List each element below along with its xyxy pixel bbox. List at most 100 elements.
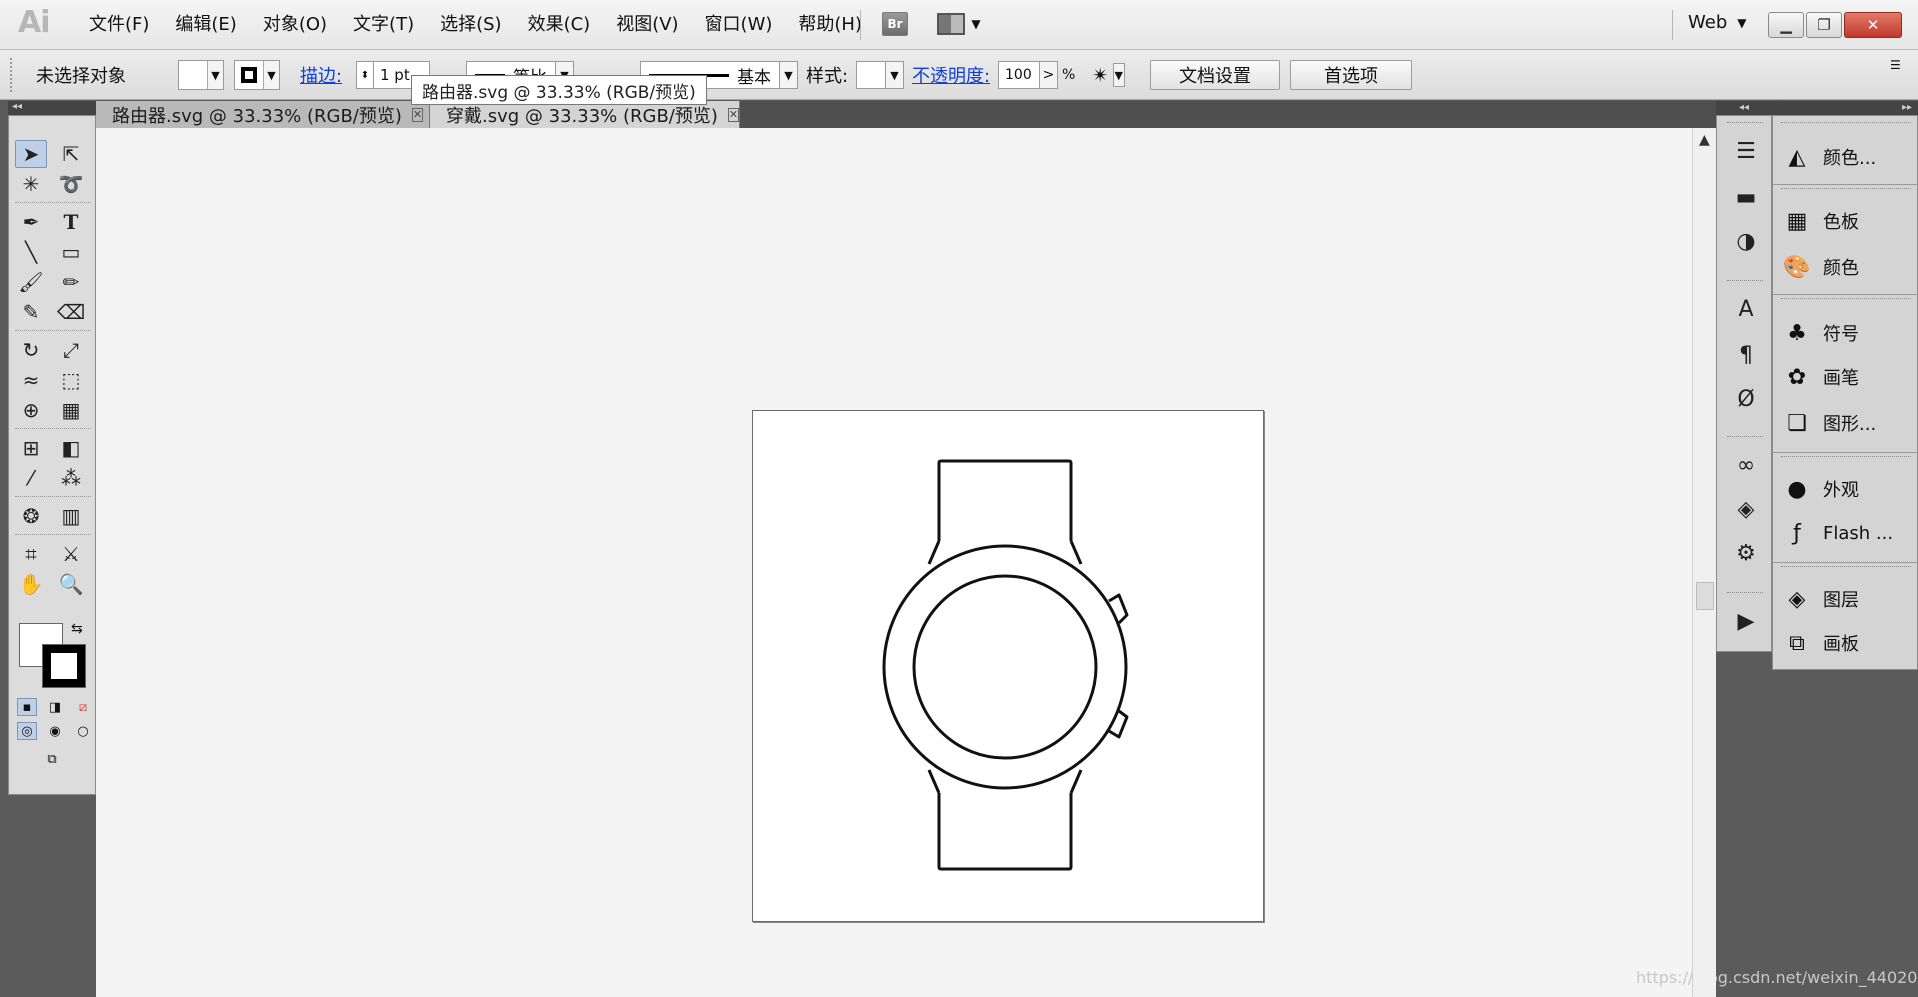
- paintbrush-tool-icon[interactable]: 🖌: [15, 268, 47, 296]
- panel-dock-header[interactable]: ▸▸: [1772, 101, 1918, 115]
- magic-wand-tool-icon[interactable]: ✳: [15, 170, 47, 198]
- actions-panel-icon[interactable]: ⚙: [1731, 540, 1761, 566]
- swap-icon[interactable]: ⇆: [71, 621, 83, 637]
- shape-builder-tool-icon[interactable]: ⊕: [15, 396, 47, 424]
- chevron-right-icon[interactable]: >: [1040, 61, 1058, 89]
- symbol-sprayer-tool-icon[interactable]: ❂: [15, 502, 47, 530]
- transparency-panel-icon[interactable]: ◑: [1731, 228, 1761, 254]
- hand-tool-icon[interactable]: ✋: [15, 570, 47, 598]
- blob-brush-tool-icon[interactable]: ✎: [15, 298, 47, 326]
- pencil-tool-icon[interactable]: ✏: [55, 268, 87, 296]
- stroke-color-picker[interactable]: ▼: [234, 60, 280, 90]
- column-graph-tool-icon[interactable]: ▥: [55, 502, 87, 530]
- slice-tool-icon[interactable]: ⚔: [55, 540, 87, 568]
- eyedropper-tool-icon[interactable]: ⁄: [15, 464, 47, 492]
- menu-view[interactable]: 视图(V): [603, 13, 691, 37]
- close-tab-icon[interactable]: ✕: [727, 107, 740, 122]
- stepper-icon[interactable]: ⬍: [356, 61, 374, 89]
- rotate-tool-icon[interactable]: ↻: [15, 336, 47, 364]
- toolbox-header[interactable]: ◂◂: [8, 101, 96, 115]
- fill-color-picker[interactable]: ▼: [178, 60, 224, 90]
- free-transform-tool-icon[interactable]: ⬚: [55, 366, 87, 394]
- scroll-thumb[interactable]: [1696, 582, 1714, 610]
- menu-effect[interactable]: 效果(C): [515, 13, 604, 37]
- menu-edit[interactable]: 编辑(E): [162, 13, 249, 37]
- menu-file[interactable]: 文件(F): [76, 13, 162, 37]
- artboard-tool-icon[interactable]: ⌗: [15, 540, 47, 568]
- stroke-panel-link[interactable]: 描边:: [300, 60, 342, 90]
- panel-layers[interactable]: ◈ 图层: [1783, 582, 1859, 616]
- panel-appearance[interactable]: ● 外观: [1783, 472, 1859, 506]
- menu-select[interactable]: 选择(S): [427, 13, 514, 37]
- selection-tool-icon[interactable]: ➤: [15, 140, 47, 168]
- lasso-tool-icon[interactable]: ➰: [55, 170, 87, 198]
- panel-color-guide[interactable]: ◭ 颜色...: [1783, 140, 1877, 174]
- panel-symbols[interactable]: ♣ 符号: [1783, 316, 1859, 350]
- panel-flash[interactable]: ƒ Flash ...: [1783, 516, 1893, 550]
- draw-inside-icon[interactable]: ○: [73, 722, 93, 740]
- panel-swatches[interactable]: ▦ 色板: [1783, 204, 1859, 238]
- mesh-tool-icon[interactable]: ⊞: [15, 434, 47, 462]
- close-tab-icon[interactable]: ✕: [411, 107, 424, 122]
- scroll-up-icon[interactable]: ▲: [1699, 132, 1710, 148]
- menu-object[interactable]: 对象(O): [250, 13, 340, 37]
- navigator-panel-icon[interactable]: ▶: [1731, 608, 1761, 634]
- draw-normal-icon[interactable]: ◎: [17, 722, 37, 740]
- links-panel-icon[interactable]: ∞: [1731, 452, 1761, 478]
- paragraph-panel-icon[interactable]: ¶: [1731, 342, 1761, 368]
- arrange-documents-button[interactable]: ▼: [934, 9, 984, 39]
- tab-wearable-svg[interactable]: 穿戴.svg @ 33.33% (RGB/预览) ✕: [430, 101, 740, 128]
- icon-dock-header[interactable]: ◂◂: [1716, 101, 1772, 115]
- preferences-button[interactable]: 首选项: [1290, 60, 1412, 90]
- line-tool-icon[interactable]: ╲: [15, 238, 47, 266]
- pen-tool-icon[interactable]: ✒: [15, 208, 47, 236]
- document-canvas[interactable]: [96, 128, 1692, 997]
- perspective-grid-tool-icon[interactable]: ▦: [55, 396, 87, 424]
- blend-tool-icon[interactable]: ⁂: [55, 464, 87, 492]
- graphic-style-picker[interactable]: ▼: [856, 60, 904, 90]
- watch-artwork[interactable]: [753, 411, 1265, 923]
- panel-brushes[interactable]: ✿ 画笔: [1783, 360, 1859, 394]
- zoom-tool-icon[interactable]: 🔍: [55, 570, 87, 598]
- direct-selection-tool-icon[interactable]: ⇱: [55, 140, 87, 168]
- artboard[interactable]: [752, 410, 1264, 922]
- none-mode-icon[interactable]: ⧄: [73, 698, 93, 716]
- recolor-artwork-button[interactable]: ✴ ▼: [1092, 60, 1125, 90]
- maximize-button[interactable]: ❐: [1806, 12, 1842, 38]
- bridge-button[interactable]: Br: [880, 9, 910, 39]
- close-button[interactable]: ✕: [1844, 12, 1902, 38]
- stroke-panel-icon[interactable]: ☰: [1731, 138, 1761, 164]
- gradient-panel-icon[interactable]: ▬: [1731, 184, 1761, 210]
- workspace-switcher[interactable]: Web ▼: [1688, 12, 1746, 33]
- tab-router-svg[interactable]: 路由器.svg @ 33.33% (RGB/预览) ✕: [96, 101, 430, 128]
- stroke-swatch[interactable]: [42, 644, 86, 688]
- panel-menu-icon[interactable]: ☰: [1890, 50, 1901, 80]
- image-trace-panel-icon[interactable]: ◈: [1731, 496, 1761, 522]
- opacity-input[interactable]: 100: [998, 61, 1040, 89]
- panel-artboards[interactable]: ⧉ 画板: [1783, 626, 1859, 660]
- vertical-scrollbar[interactable]: ▲: [1692, 128, 1716, 997]
- warp-tool-icon[interactable]: ≈: [15, 366, 47, 394]
- menu-type[interactable]: 文字(T): [340, 13, 427, 37]
- eraser-tool-icon[interactable]: ⌫: [55, 298, 87, 326]
- rectangle-tool-icon[interactable]: ▭: [55, 238, 87, 266]
- color-mode-icon[interactable]: ▪: [17, 698, 37, 716]
- screen-mode-icon[interactable]: ⧉: [35, 750, 69, 768]
- opacity-panel-link[interactable]: 不透明度:: [912, 60, 990, 90]
- gradient-mode-icon[interactable]: ◨: [45, 698, 65, 716]
- fill-stroke-control[interactable]: ⇆: [19, 621, 89, 689]
- opentype-panel-icon[interactable]: Ø: [1731, 386, 1761, 412]
- minimize-button[interactable]: ▁: [1768, 12, 1804, 38]
- type-tool-icon[interactable]: T: [55, 208, 87, 236]
- menu-help[interactable]: 帮助(H): [785, 13, 875, 37]
- opacity-control[interactable]: 100 > %: [998, 60, 1075, 90]
- document-setup-button[interactable]: 文档设置: [1150, 60, 1280, 90]
- draw-behind-icon[interactable]: ◉: [45, 722, 65, 740]
- menu-window[interactable]: 窗口(W): [692, 13, 786, 37]
- gradient-tool-icon[interactable]: ◧: [55, 434, 87, 462]
- panel-grip[interactable]: [10, 58, 14, 92]
- panel-graphic-styles[interactable]: ❏ 图形...: [1783, 406, 1876, 440]
- panel-color[interactable]: 🎨 颜色: [1783, 250, 1859, 284]
- scale-tool-icon[interactable]: ⤢: [55, 336, 87, 364]
- character-panel-icon[interactable]: A: [1731, 296, 1761, 322]
